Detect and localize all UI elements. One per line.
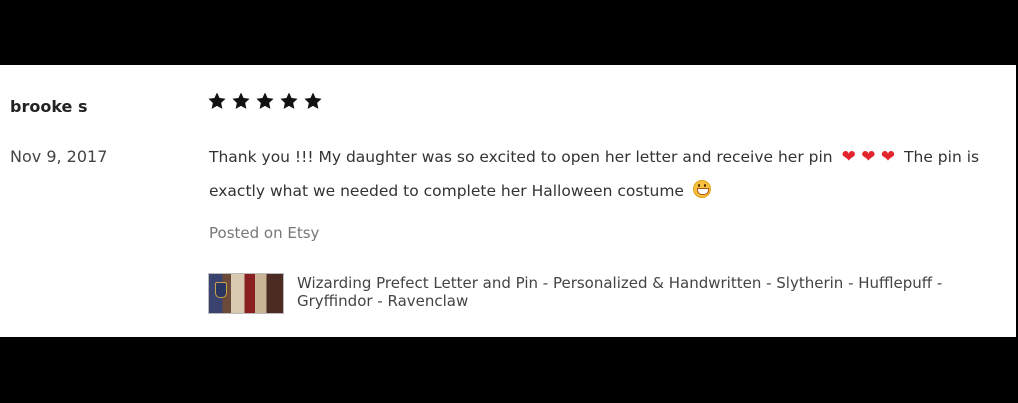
reviewer-name[interactable]: brooke s [10, 97, 87, 116]
review-date: Nov 9, 2017 [10, 147, 108, 166]
star-icon [255, 91, 275, 111]
star-icon [279, 91, 299, 111]
star-icon [303, 91, 323, 111]
review-card: brooke s Nov 9, 2017 Thank you !!! My da… [0, 65, 1016, 337]
grinning-face-icon [692, 180, 711, 198]
review-source: Posted on Etsy [209, 224, 320, 242]
listing-title[interactable]: Wizarding Prefect Letter and Pin - Perso… [297, 274, 997, 310]
listing-link[interactable]: Wizarding Prefect Letter and Pin - Perso… [208, 273, 998, 314]
star-rating [207, 91, 323, 111]
listing-thumbnail[interactable] [208, 273, 284, 314]
star-icon [207, 91, 227, 111]
review-text-part1: Thank you !!! My daughter was so excited… [209, 148, 833, 166]
star-icon [231, 91, 251, 111]
heart-icon: ❤ ❤ ❤ [841, 147, 896, 167]
review-text: Thank you !!! My daughter was so excited… [209, 140, 1004, 208]
